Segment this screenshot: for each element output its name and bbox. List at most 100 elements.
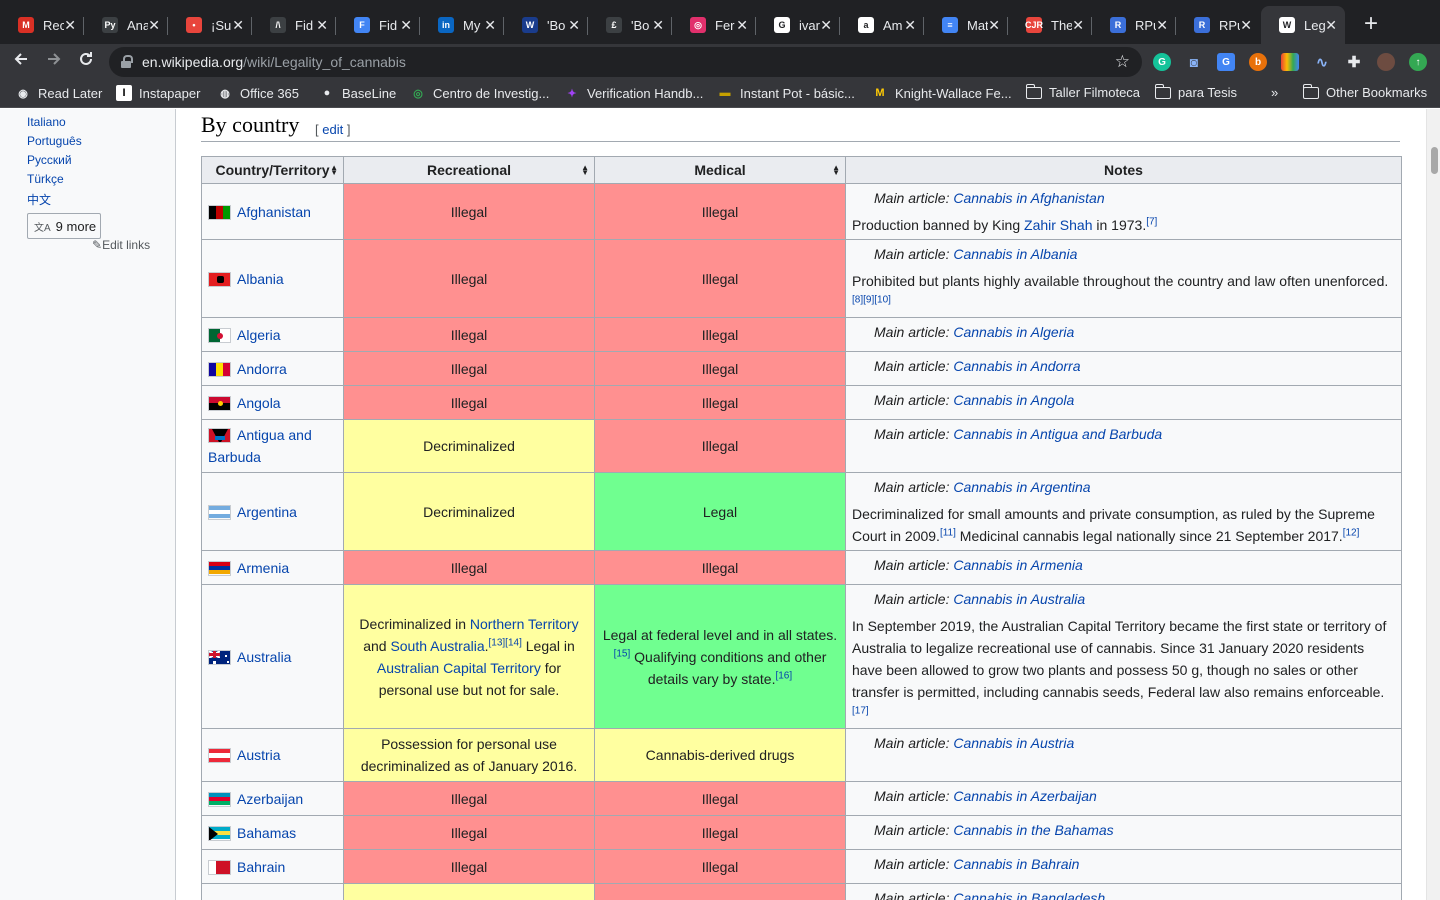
more-languages-button[interactable]: 文A 9 more — [27, 213, 101, 239]
citation-link[interactable]: [16] — [775, 670, 792, 681]
bookmark-item[interactable]: M Knight-Wallace Fe... — [872, 85, 1011, 101]
edit-links[interactable]: ✎Edit links — [92, 238, 150, 252]
close-tab-icon[interactable]: ✕ — [1240, 17, 1252, 34]
country-link[interactable]: Bahrain — [237, 859, 285, 875]
main-article-link[interactable]: Cannabis in Bahrain — [953, 856, 1079, 872]
browser-tab[interactable]: Py Ana ✕ — [84, 6, 168, 44]
close-tab-icon[interactable]: ✕ — [148, 17, 160, 34]
browser-tab[interactable]: • ¡Su ✕ — [168, 6, 252, 44]
extensions-puzzle-icon[interactable]: ✚ — [1345, 53, 1363, 71]
orange-extension-icon[interactable]: b — [1249, 53, 1267, 71]
browser-tab[interactable]: W Leg ✕ — [1261, 6, 1345, 44]
wave-extension-icon[interactable]: ∿ — [1313, 53, 1331, 71]
sort-icon[interactable]: ▲ ▼ — [330, 164, 338, 177]
main-article-link[interactable]: Cannabis in Australia — [953, 591, 1085, 607]
browser-tab[interactable]: M Rec ✕ — [0, 6, 84, 44]
main-article-link[interactable]: Cannabis in Afghanistan — [953, 190, 1104, 206]
section-edit-link[interactable]: edit — [322, 122, 343, 137]
browser-tab[interactable]: CJR The ✕ — [1008, 6, 1092, 44]
bookmark-item[interactable]: ◍ Office 365 — [217, 85, 299, 101]
bookmark-item[interactable]: Taller Filmoteca — [1025, 83, 1140, 100]
bookmark-item[interactable]: ✦ Verification Handb... — [564, 85, 703, 101]
country-link[interactable]: Armenia — [237, 560, 289, 576]
region-link[interactable]: Northern Territory — [470, 616, 579, 632]
scrollbar-thumb[interactable] — [1431, 147, 1438, 174]
close-tab-icon[interactable]: ✕ — [316, 17, 328, 34]
back-button[interactable] — [9, 50, 33, 74]
page-scrollbar[interactable] — [1426, 109, 1440, 900]
header-medical[interactable]: Medical ▲ ▼ — [594, 156, 846, 184]
close-tab-icon[interactable]: ✕ — [820, 17, 832, 34]
browser-tab[interactable]: /\ Fid ✕ — [252, 6, 336, 44]
lang-link-chinese[interactable]: 中文 — [27, 191, 51, 208]
main-article-link[interactable]: Cannabis in Austria — [953, 735, 1074, 751]
citation-link[interactable]: [11] — [940, 527, 956, 538]
country-link[interactable]: Azerbaijan — [237, 791, 303, 807]
main-article-link[interactable]: Cannabis in the Bahamas — [953, 822, 1113, 838]
citation-link[interactable]: [12] — [1343, 527, 1360, 538]
country-link[interactable]: Algeria — [237, 327, 281, 343]
main-article-link[interactable]: Cannabis in Armenia — [953, 557, 1082, 573]
bookmark-item[interactable]: ▬ Instant Pot - básic... — [717, 85, 855, 101]
lang-link-turkish[interactable]: Türkçe — [27, 172, 64, 186]
bookmark-item[interactable]: ◉ Read Later — [15, 85, 102, 101]
bookmark-item[interactable]: ◎ Centro de Investig... — [410, 85, 549, 101]
country-link[interactable]: Argentina — [237, 504, 297, 520]
color-grid-icon[interactable] — [1281, 53, 1299, 71]
browser-tab[interactable]: F Fid ✕ — [336, 6, 420, 44]
sort-icon[interactable]: ▲ ▼ — [581, 164, 589, 177]
country-link[interactable]: Afghanistan — [237, 204, 311, 220]
lang-link-portugues[interactable]: Português — [27, 134, 82, 148]
citation-link[interactable]: [17] — [852, 705, 869, 716]
new-tab-button[interactable]: + — [1364, 12, 1378, 36]
note-link[interactable]: Zahir Shah — [1024, 217, 1092, 233]
region-link[interactable]: Australian Capital Territory — [377, 660, 541, 676]
bookmark-item[interactable]: ● BaseLine — [319, 85, 397, 101]
close-tab-icon[interactable]: ✕ — [652, 17, 664, 34]
main-article-link[interactable]: Cannabis in Algeria — [953, 324, 1074, 340]
close-tab-icon[interactable]: ✕ — [1072, 17, 1084, 34]
browser-tab[interactable]: in My ✕ — [420, 6, 504, 44]
citation-link[interactable]: [7] — [1146, 216, 1157, 227]
reload-button[interactable] — [74, 50, 98, 74]
camera-icon[interactable]: ◙ — [1185, 53, 1203, 71]
citation-link[interactable]: [15] — [614, 648, 631, 659]
close-tab-icon[interactable]: ✕ — [64, 17, 76, 34]
forward-button[interactable] — [42, 50, 66, 74]
country-link[interactable]: Australia — [237, 649, 291, 665]
citation-link[interactable]: [13][14] — [489, 637, 522, 648]
browser-tab[interactable]: R RPu✕ — [1176, 6, 1260, 44]
bookmark-item[interactable]: para Tesis — [1154, 83, 1237, 100]
main-article-link[interactable]: Cannabis in Angola — [953, 392, 1074, 408]
translate-icon[interactable]: G — [1217, 53, 1235, 71]
country-link[interactable]: Albania — [237, 271, 284, 287]
lang-link-russian[interactable]: Русский — [27, 153, 72, 167]
bookmark-star-icon[interactable]: ☆ — [1115, 52, 1130, 72]
header-country[interactable]: Country/Territory ▲ ▼ — [201, 156, 344, 184]
close-tab-icon[interactable]: ✕ — [988, 17, 1000, 34]
other-bookmarks[interactable]: Other Bookmarks — [1302, 83, 1427, 100]
main-article-link[interactable]: Cannabis in Argentina — [953, 479, 1090, 495]
close-tab-icon[interactable]: ✕ — [736, 17, 748, 34]
citation-link[interactable]: [8][9][10] — [852, 294, 891, 305]
close-tab-icon[interactable]: ✕ — [400, 17, 412, 34]
close-tab-icon[interactable]: ✕ — [568, 17, 580, 34]
browser-tab[interactable]: Givar ✕ — [756, 6, 840, 44]
region-link[interactable]: South Australia — [390, 638, 484, 654]
main-article-link[interactable]: Cannabis in Bangladesh — [953, 890, 1105, 900]
country-link[interactable]: Bahamas — [237, 825, 296, 841]
update-icon[interactable]: ↑ — [1409, 53, 1427, 71]
browser-tab[interactable]: ≡ Mat ✕ — [924, 6, 1008, 44]
browser-tab[interactable]: R RPu✕ — [1092, 6, 1176, 44]
sort-icon[interactable]: ▲ ▼ — [832, 164, 840, 177]
browser-tab[interactable]: a Am ✕ — [840, 6, 924, 44]
country-link[interactable]: Angola — [237, 395, 281, 411]
close-tab-icon[interactable]: ✕ — [232, 17, 244, 34]
main-article-link[interactable]: Cannabis in Albania — [953, 246, 1077, 262]
browser-tab[interactable]: £ 'Bo ✕ — [588, 6, 672, 44]
bookmarks-overflow-button[interactable]: » — [1271, 85, 1278, 100]
lang-link-italiano[interactable]: Italiano — [27, 115, 66, 129]
browser-tab[interactable]: ◎ Fer ✕ — [672, 6, 756, 44]
main-article-link[interactable]: Cannabis in Antigua and Barbuda — [953, 426, 1162, 442]
close-tab-icon[interactable]: ✕ — [1156, 17, 1168, 34]
